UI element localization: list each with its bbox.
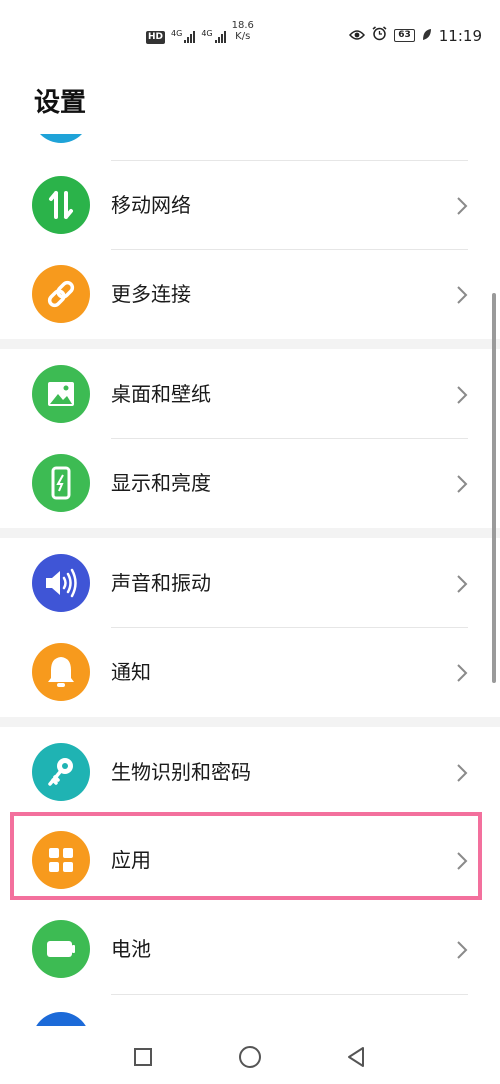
- page-title: 设置: [34, 88, 87, 118]
- section-gap: [0, 339, 500, 349]
- settings-item-label: 桌面和壁纸: [111, 382, 211, 406]
- leaf-icon: [422, 27, 432, 45]
- chevron-right-icon: [457, 286, 468, 304]
- settings-item-sound[interactable]: 声音和振动: [0, 539, 500, 627]
- highlight-box: [10, 812, 482, 900]
- mobile-data-icon: [32, 176, 90, 234]
- battery-icon: [32, 920, 90, 978]
- settings-item-label: 通知: [111, 660, 151, 684]
- chevron-right-icon: [457, 197, 468, 215]
- settings-item-more-connections[interactable]: 更多连接: [0, 250, 500, 338]
- status-left-indicators: HD 4G 4G 18.6 K/s: [146, 20, 254, 48]
- signal-icon-1: 4G: [171, 29, 196, 43]
- chevron-right-icon: [457, 764, 468, 782]
- chevron-right-icon: [457, 941, 468, 959]
- section-gap: [0, 528, 500, 538]
- settings-item-mobile-network[interactable]: 移动网络: [0, 161, 500, 249]
- settings-item-display[interactable]: 显示和亮度: [0, 439, 500, 527]
- bell-icon: [32, 643, 90, 701]
- recent-apps-button[interactable]: [128, 1042, 158, 1072]
- chevron-right-icon: [457, 475, 468, 493]
- scrollbar[interactable]: [492, 293, 496, 683]
- navigation-bar: [0, 1026, 500, 1084]
- settings-item-battery[interactable]: 电池: [0, 905, 500, 993]
- circle-icon: [239, 1046, 261, 1068]
- alarm-icon: [372, 26, 387, 45]
- divider: [111, 994, 468, 995]
- network-speed: 18.6 K/s: [231, 20, 254, 42]
- section-gap: [0, 717, 500, 727]
- back-button[interactable]: [341, 1042, 371, 1072]
- settings-item-label: 显示和亮度: [111, 471, 211, 495]
- chevron-right-icon: [457, 664, 468, 682]
- settings-item-label: 更多连接: [111, 282, 191, 306]
- settings-item-notifications[interactable]: 通知: [0, 628, 500, 716]
- key-icon: [32, 743, 90, 801]
- battery-indicator: 63: [394, 29, 415, 42]
- clock-time: 11:19: [438, 26, 482, 45]
- eye-icon: [349, 27, 366, 45]
- wallpaper-icon: [32, 365, 90, 423]
- settings-item-biometrics[interactable]: 生物识别和密码: [0, 728, 500, 816]
- signal-icon-2: 4G: [201, 29, 226, 43]
- settings-item-wallpaper[interactable]: 桌面和壁纸: [0, 350, 500, 438]
- settings-item-label: 生物识别和密码: [111, 760, 251, 784]
- settings-item-label: 移动网络: [111, 193, 191, 217]
- link-icon: [32, 265, 90, 323]
- chevron-right-icon: [457, 575, 468, 593]
- status-right-indicators: 63 11:19: [349, 26, 482, 45]
- display-icon: [32, 454, 90, 512]
- sound-icon: [32, 554, 90, 612]
- square-icon: [134, 1048, 152, 1066]
- triangle-back-icon: [348, 1047, 364, 1067]
- settings-item-label: 声音和振动: [111, 571, 211, 595]
- chevron-right-icon: [457, 386, 468, 404]
- home-button[interactable]: [235, 1042, 265, 1072]
- status-bar: HD 4G 4G 18.6 K/s 63 11:19: [0, 0, 500, 68]
- hd-badge: HD: [146, 30, 166, 44]
- settings-item-label: 电池: [111, 937, 151, 961]
